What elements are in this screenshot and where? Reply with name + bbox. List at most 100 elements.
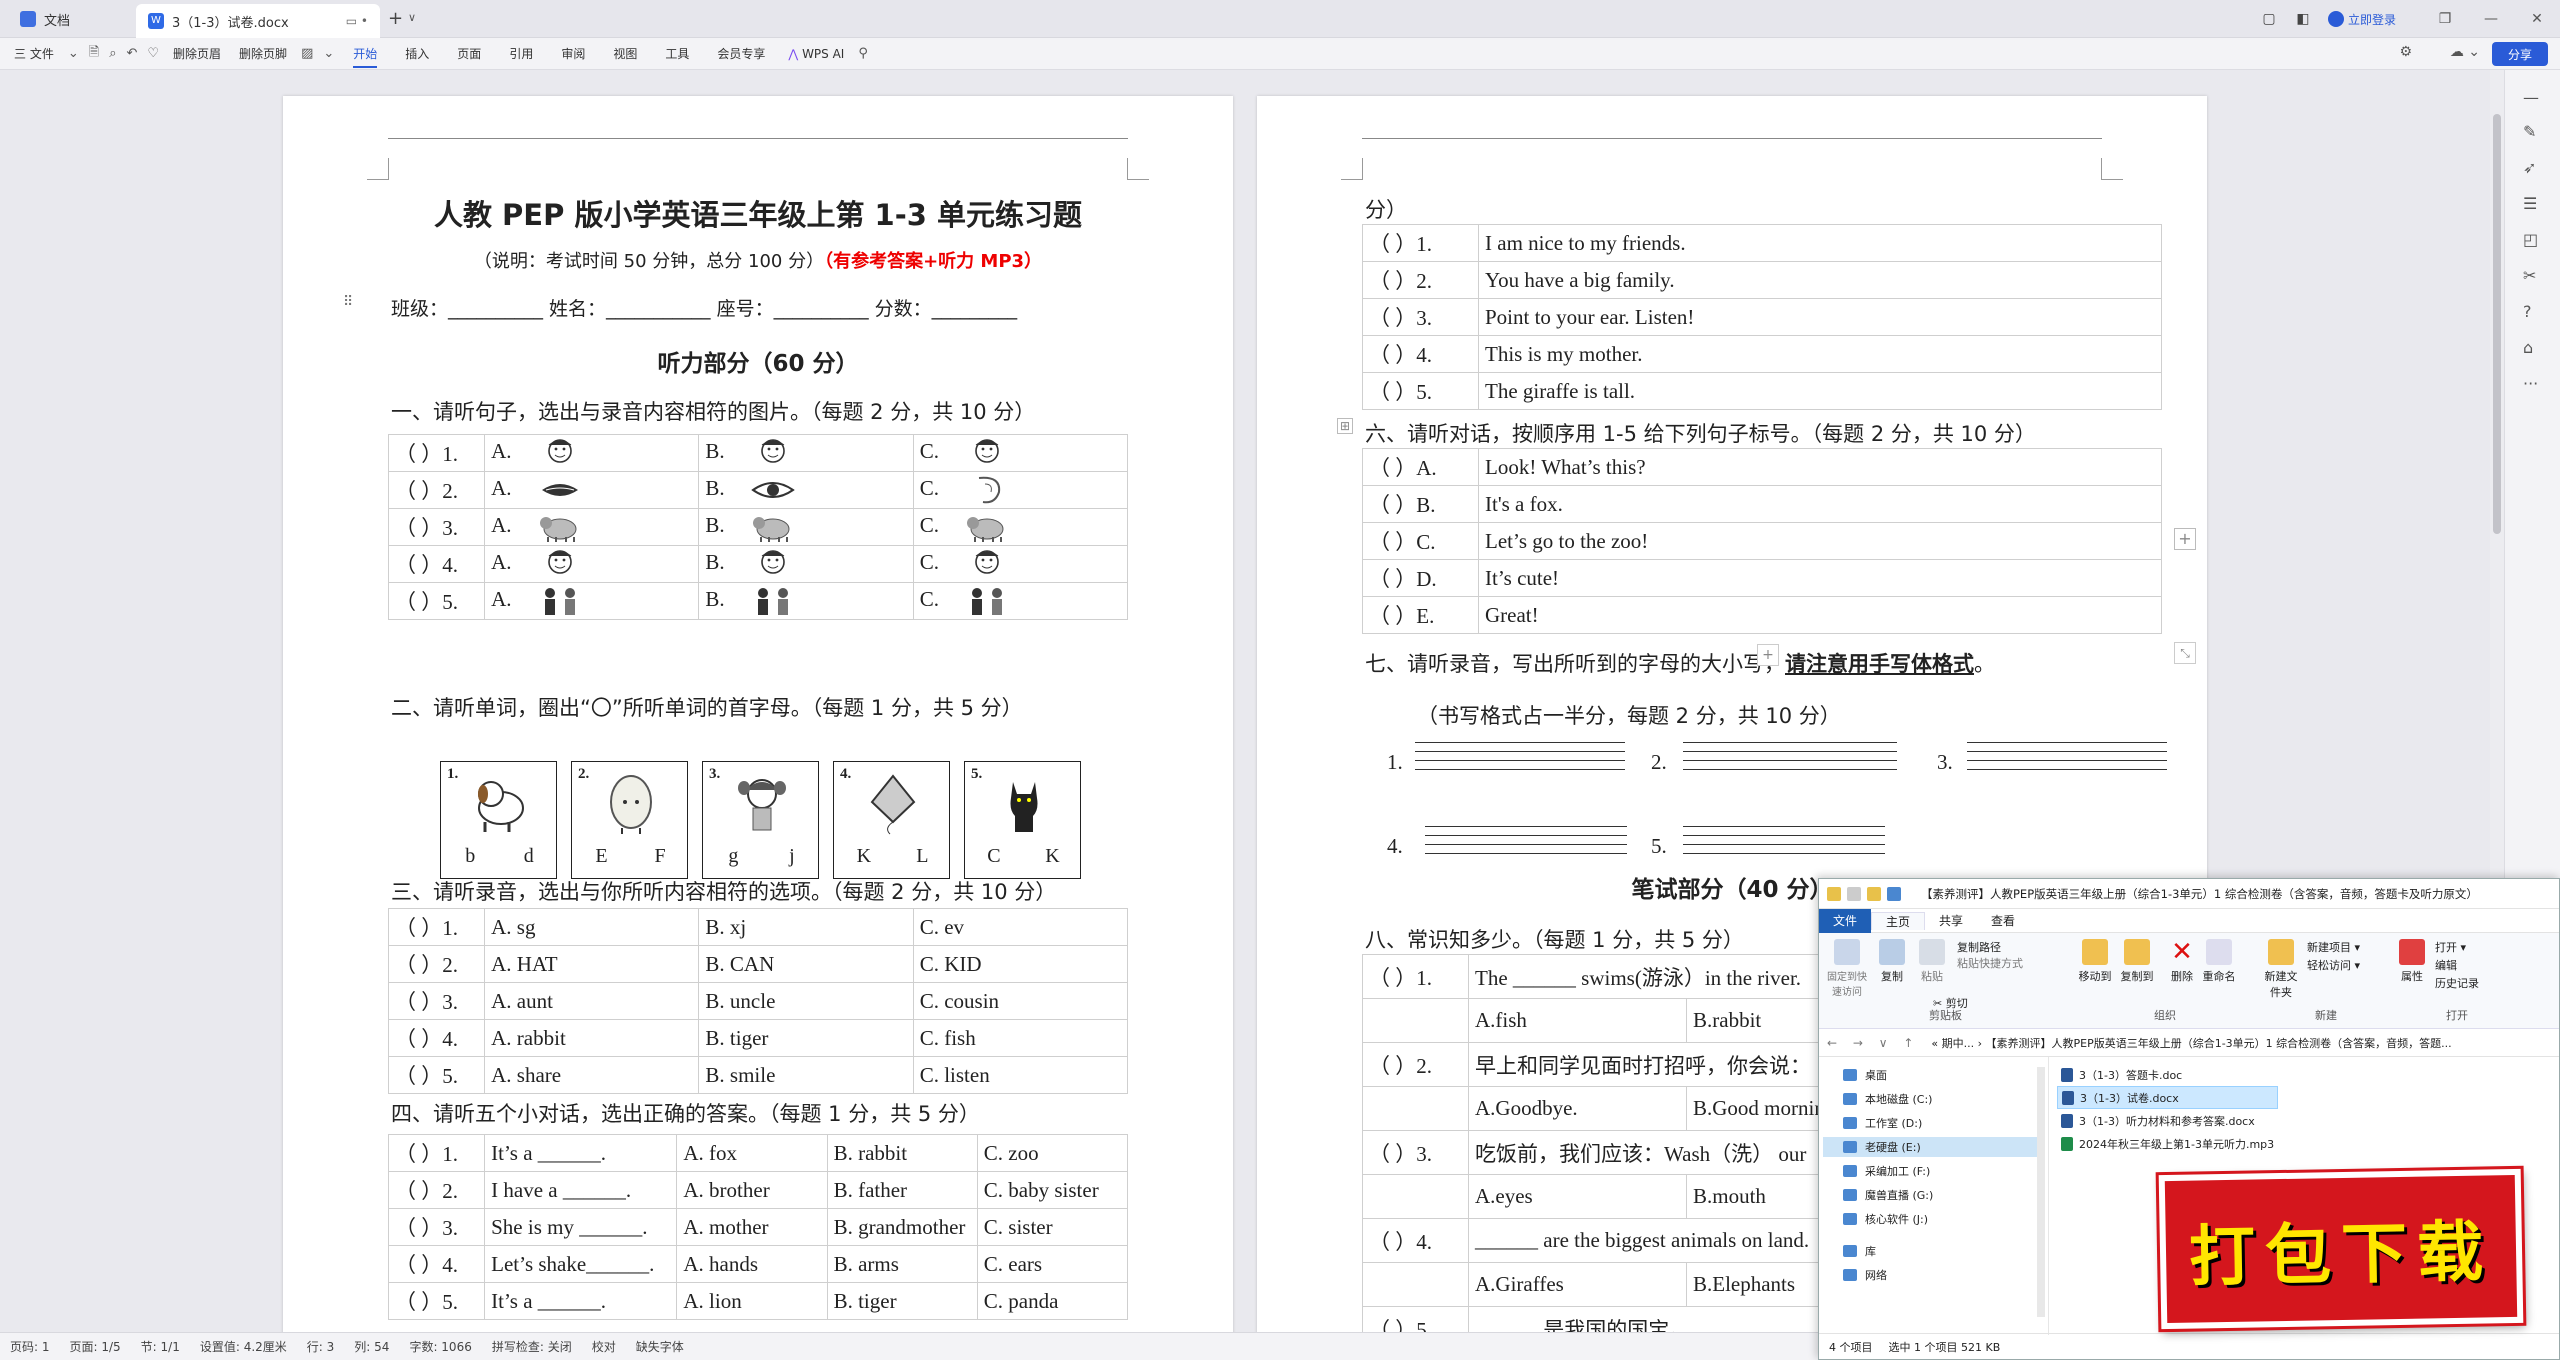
nav-item[interactable]: 网络: [1843, 1265, 1887, 1285]
paste-shortcut-button[interactable]: 粘贴快捷方式: [1957, 955, 2023, 971]
option-cell[interactable]: B.: [698, 471, 914, 509]
word-picture-box[interactable]: 3. g j: [702, 761, 819, 879]
option-cell[interactable]: A.Giraffes: [1468, 1262, 1687, 1307]
nav-item[interactable]: 老硬盘 (E:): [1823, 1137, 2043, 1157]
option-cell[interactable]: B. xj: [698, 908, 914, 946]
option-cell[interactable]: B. rabbit: [826, 1134, 978, 1172]
status-item[interactable]: 列: 54: [354, 1338, 389, 1355]
letter-option[interactable]: K: [857, 845, 871, 868]
delete-footer-button[interactable]: 删除页脚: [239, 45, 287, 62]
search-icon[interactable]: ⚲: [858, 46, 868, 61]
more-icon[interactable]: ···: [2523, 374, 2538, 393]
explorer-tab-share[interactable]: 共享: [1925, 912, 1977, 929]
option-cell[interactable]: B. tiger: [698, 1019, 914, 1057]
option-cell[interactable]: B.: [698, 582, 914, 620]
nav-item[interactable]: 库: [1843, 1241, 1876, 1261]
option-cell[interactable]: A.fish: [1468, 998, 1687, 1043]
copy-to-button[interactable]: 复制到: [2117, 939, 2157, 984]
letter-option[interactable]: E: [595, 845, 607, 868]
option-cell[interactable]: C. ev: [912, 908, 1129, 946]
status-item[interactable]: 校对: [592, 1338, 616, 1355]
option-cell[interactable]: B. grandmother: [826, 1208, 978, 1246]
pen-icon[interactable]: ✎: [2523, 122, 2536, 141]
option-cell[interactable]: A. brother: [676, 1171, 828, 1209]
option-cell[interactable]: C.: [912, 434, 1129, 472]
undo-icon[interactable]: [1887, 886, 1901, 901]
new-item-button[interactable]: 新建项目 ▾: [2307, 939, 2360, 955]
option-cell[interactable]: C. fish: [912, 1019, 1129, 1057]
settings-icon[interactable]: ☰: [2523, 194, 2537, 213]
option-cell[interactable]: C.: [912, 471, 1129, 509]
menu-icon[interactable]: ⚙: [2399, 44, 2412, 60]
letter-option[interactable]: b: [465, 845, 475, 868]
style-icon[interactable]: ◰: [2523, 230, 2538, 249]
nav-item[interactable]: 本地磁盘 (C:): [1843, 1089, 1932, 1109]
scrollbar-thumb[interactable]: [2493, 114, 2501, 534]
option-cell[interactable]: C.: [912, 582, 1129, 620]
share-button[interactable]: 分享: [2492, 42, 2548, 66]
tab-page[interactable]: 页面: [457, 45, 481, 62]
option-cell[interactable]: A. lion: [676, 1282, 828, 1320]
chevron-down-icon[interactable]: ⌄: [68, 46, 79, 61]
option-cell[interactable]: C. baby sister: [976, 1171, 1129, 1209]
explorer-tab-view[interactable]: 查看: [1977, 912, 2029, 929]
explorer-tab-file[interactable]: 文件: [1819, 908, 1872, 933]
wps-ai-button[interactable]: ⋀ WPS AI: [788, 47, 844, 61]
tab-reference[interactable]: 引用: [509, 45, 533, 62]
skin-icon[interactable]: ◧: [2292, 11, 2314, 27]
option-cell[interactable]: B. arms: [826, 1245, 978, 1283]
add-icon[interactable]: +: [1757, 644, 1779, 666]
option-cell[interactable]: C.: [912, 508, 1129, 546]
delete-header-button[interactable]: 删除页眉: [173, 45, 221, 62]
option-cell[interactable]: B.: [698, 545, 914, 583]
word-picture-box[interactable]: 5. C K: [964, 761, 1081, 879]
nav-item[interactable]: 工作室 (D:): [1843, 1113, 1922, 1133]
letter-option[interactable]: C: [987, 845, 1000, 868]
tab-member[interactable]: 会员专享: [717, 45, 765, 62]
option-cell[interactable]: A. aunt: [484, 982, 700, 1020]
status-item[interactable]: 行: 3: [307, 1338, 335, 1355]
copy-path-button[interactable]: 复制路径: [1957, 939, 2001, 955]
letter-option[interactable]: g: [728, 845, 738, 868]
move-to-button[interactable]: 移动到: [2075, 939, 2115, 984]
option-cell[interactable]: C. listen: [912, 1056, 1129, 1094]
add-row-icon[interactable]: +: [2174, 528, 2196, 550]
tab-document[interactable]: W 3（1-3）试卷.docx ▭ •: [136, 4, 380, 38]
delete-button[interactable]: ✕ 删除: [2167, 939, 2197, 984]
address-bar[interactable]: ← → ∨ ↑ « 期中... › 【素养测评】人教PEP版英语三年级上册（综合…: [1819, 1029, 2559, 1057]
nav-item[interactable]: 采编加工 (F:): [1843, 1161, 1930, 1181]
nav-scrollbar[interactable]: [2037, 1067, 2045, 1317]
option-cell[interactable]: C. panda: [976, 1282, 1129, 1320]
tab-tools[interactable]: 工具: [665, 45, 689, 62]
properties-button[interactable]: 属性: [2397, 939, 2427, 984]
open-button[interactable]: 打开 ▾: [2435, 939, 2466, 955]
file-item[interactable]: 2024年秋三年级上第1-3单元听力.mp3: [2057, 1132, 2278, 1155]
option-cell[interactable]: C. cousin: [912, 982, 1129, 1020]
option-cell[interactable]: A.: [484, 545, 700, 583]
status-item[interactable]: 页码: 1: [10, 1338, 50, 1355]
new-tab-icon[interactable]: +: [388, 8, 403, 29]
close-tab-icon[interactable]: ▭ •: [346, 14, 368, 28]
nav-item[interactable]: 魔兽直播 (G:): [1843, 1185, 1933, 1205]
letter-option[interactable]: K: [1045, 845, 1059, 868]
folder-icon[interactable]: [1827, 886, 1841, 901]
option-cell[interactable]: A. rabbit: [484, 1019, 700, 1057]
word-picture-box[interactable]: 1. b d: [440, 761, 557, 879]
option-cell[interactable]: A.: [484, 471, 700, 509]
chevron-down-icon[interactable]: ∨: [408, 11, 416, 24]
option-cell[interactable]: A.eyes: [1468, 1174, 1687, 1219]
format-painter-icon[interactable]: ⌕: [109, 46, 116, 61]
download-badge[interactable]: 打包下载: [2158, 1168, 2524, 1330]
chevron-down-icon[interactable]: ⌄: [323, 46, 334, 61]
option-cell[interactable]: A. HAT: [484, 945, 700, 983]
option-cell[interactable]: C. ears: [976, 1245, 1129, 1283]
letter-option[interactable]: j: [789, 845, 795, 868]
option-cell[interactable]: B. uncle: [698, 982, 914, 1020]
new-folder-icon[interactable]: [1867, 886, 1881, 901]
file-item[interactable]: 3（1-3）听力材料和参考答案.docx: [2057, 1109, 2278, 1132]
option-cell[interactable]: C. sister: [976, 1208, 1129, 1246]
option-cell[interactable]: A.Goodbye.: [1468, 1086, 1687, 1131]
status-item[interactable]: 字数: 1066: [409, 1338, 471, 1355]
tab-start[interactable]: 开始: [353, 45, 378, 68]
close-icon[interactable]: ✕: [2514, 11, 2560, 27]
